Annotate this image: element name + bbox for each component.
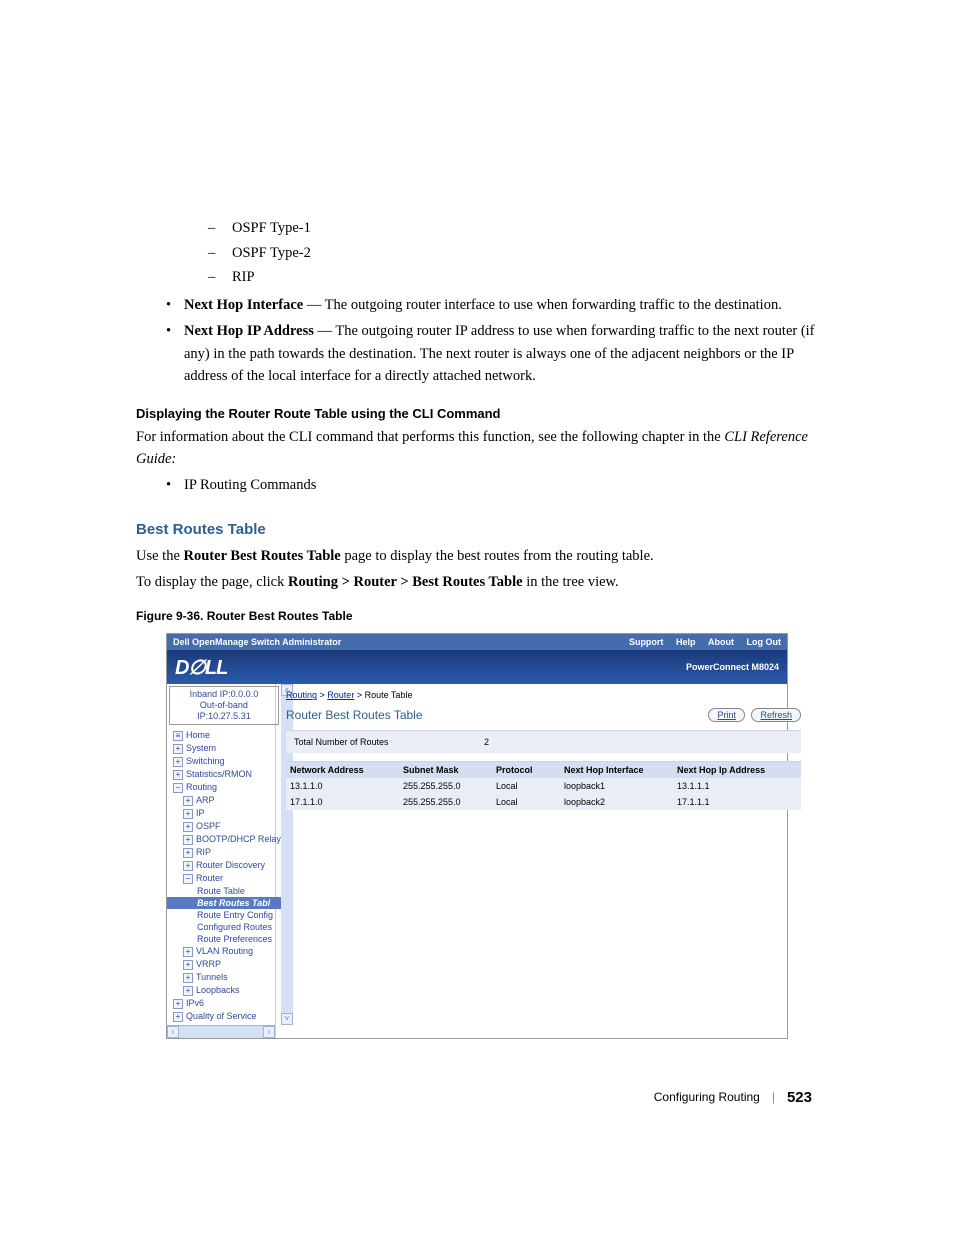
crumb-router[interactable]: Router xyxy=(327,690,354,700)
tree-stats[interactable]: +Statistics/RMON xyxy=(167,768,281,781)
plus-icon: + xyxy=(183,796,193,806)
tree-system[interactable]: +System xyxy=(167,742,281,755)
figure-caption: Figure 9-36. Router Best Routes Table xyxy=(136,609,818,623)
tree-vlan[interactable]: +VLAN Routing xyxy=(167,945,281,958)
tree-routing[interactable]: −Routing xyxy=(167,781,281,794)
scroll-right-icon[interactable]: › xyxy=(263,1026,275,1038)
plus-icon: + xyxy=(183,835,193,845)
plus-icon: + xyxy=(183,947,193,957)
scroll-left-icon[interactable]: ‹ xyxy=(167,1026,179,1038)
sect-p1b: Router Best Routes Table xyxy=(184,548,341,564)
cli-heading: Displaying the Router Route Table using … xyxy=(136,406,818,421)
nhi-text: — The outgoing router interface to use w… xyxy=(303,297,782,313)
col-protocol: Protocol xyxy=(492,762,560,778)
plus-icon: + xyxy=(183,848,193,858)
plus-icon: + xyxy=(183,960,193,970)
proto-a: OSPF Type-1 xyxy=(232,216,311,241)
sect-p2b: Routing > Router > Best Routes Table xyxy=(288,574,523,590)
tree-qos[interactable]: +Quality of Service xyxy=(167,1010,281,1023)
dell-logo: D∅LL xyxy=(175,655,227,680)
plus-icon: + xyxy=(183,809,193,819)
sect-p2a: To display the page, click xyxy=(136,574,288,590)
tree-arp[interactable]: +ARP xyxy=(167,794,281,807)
tree-best-routes[interactable]: Best Routes Tabl xyxy=(167,897,281,909)
table-row: 13.1.1.0 255.255.255.0 Local loopback1 1… xyxy=(286,778,801,794)
tree-bootp[interactable]: +BOOTP/DHCP Relay xyxy=(167,833,281,846)
section-heading: Best Routes Table xyxy=(136,521,818,538)
crumb-routing[interactable]: Routing xyxy=(286,690,317,700)
crumb-route-table: Route Table xyxy=(365,690,413,700)
plus-icon: + xyxy=(173,770,183,780)
sect-p1a: Use the xyxy=(136,548,184,564)
cli-para: For information about the CLI command th… xyxy=(136,429,724,445)
tree-tunnels[interactable]: +Tunnels xyxy=(167,971,281,984)
tree-home[interactable]: ≡Home xyxy=(167,729,281,742)
tree-ip[interactable]: +IP xyxy=(167,807,281,820)
tree-route-pref[interactable]: Route Preferences xyxy=(167,933,281,945)
inband-ip: Inband IP:0.0.0.0 xyxy=(172,689,276,700)
model-label: PowerConnect M8024 xyxy=(686,662,779,672)
tree-router[interactable]: −Router xyxy=(167,872,281,885)
link-about[interactable]: About xyxy=(708,637,734,647)
folder-icon: ≡ xyxy=(173,731,183,741)
refresh-button[interactable]: Refresh xyxy=(751,708,801,722)
link-logout[interactable]: Log Out xyxy=(747,637,782,647)
nhip-label: Next Hop IP Address xyxy=(184,323,314,339)
tree-switching[interactable]: +Switching xyxy=(167,755,281,768)
plus-icon: + xyxy=(173,757,183,767)
total-routes-label: Total Number of Routes xyxy=(294,737,484,747)
tree-route-table[interactable]: Route Table xyxy=(167,885,281,897)
footer-separator: | xyxy=(772,1090,775,1104)
minus-icon: − xyxy=(183,874,193,884)
plus-icon: + xyxy=(183,861,193,871)
minus-icon: − xyxy=(173,783,183,793)
plus-icon: + xyxy=(173,1012,183,1022)
footer-section: Configuring Routing xyxy=(654,1090,760,1104)
breadcrumb: Routing > Router > Route Table xyxy=(286,690,801,700)
tree-ipv6[interactable]: +IPv6 xyxy=(167,997,281,1010)
tree-vrrp[interactable]: +VRRP xyxy=(167,958,281,971)
tree-rd[interactable]: +Router Discovery xyxy=(167,859,281,872)
sect-p2c: in the tree view. xyxy=(523,574,619,590)
tree-route-entry[interactable]: Route Entry Config xyxy=(167,909,281,921)
sect-p1c: page to display the best routes from the… xyxy=(341,548,654,564)
proto-c: RIP xyxy=(232,265,255,290)
plus-icon: + xyxy=(183,822,193,832)
col-subnet-mask: Subnet Mask xyxy=(399,762,492,778)
app-title: Dell OpenManage Switch Administrator xyxy=(173,637,341,647)
proto-b: OSPF Type-2 xyxy=(232,241,311,266)
col-next-hop-interface: Next Hop Interface xyxy=(560,762,673,778)
print-button[interactable]: Print xyxy=(708,708,745,722)
screenshot: Dell OpenManage Switch Administrator Sup… xyxy=(166,633,788,1038)
sidebar: Inband IP:0.0.0.0 Out-of-band IP:10.27.5… xyxy=(167,684,276,1037)
tree-rip[interactable]: +RIP xyxy=(167,846,281,859)
link-help[interactable]: Help xyxy=(676,637,696,647)
table-row: 17.1.1.0 255.255.255.0 Local loopback2 1… xyxy=(286,794,801,810)
total-routes-value: 2 xyxy=(484,737,489,747)
plus-icon: + xyxy=(183,973,193,983)
oob-ip: Out-of-band IP:10.27.5.31 xyxy=(172,700,276,722)
horizontal-scrollbar[interactable]: ‹ › xyxy=(167,1025,275,1038)
plus-icon: + xyxy=(183,986,193,996)
page-number: 523 xyxy=(787,1089,812,1106)
tree-conf-routes[interactable]: Configured Routes xyxy=(167,921,281,933)
link-support[interactable]: Support xyxy=(629,637,664,647)
nhi-label: Next Hop Interface xyxy=(184,297,303,313)
tree-loopbacks[interactable]: +Loopbacks xyxy=(167,984,281,997)
col-network-address: Network Address xyxy=(286,762,399,778)
cli-item: IP Routing Commands xyxy=(184,474,818,496)
plus-icon: + xyxy=(173,744,183,754)
tree-ospf[interactable]: +OSPF xyxy=(167,820,281,833)
col-next-hop-ip: Next Hop Ip Address xyxy=(673,762,801,778)
plus-icon: + xyxy=(173,999,183,1009)
panel-title: Router Best Routes Table xyxy=(286,708,423,722)
